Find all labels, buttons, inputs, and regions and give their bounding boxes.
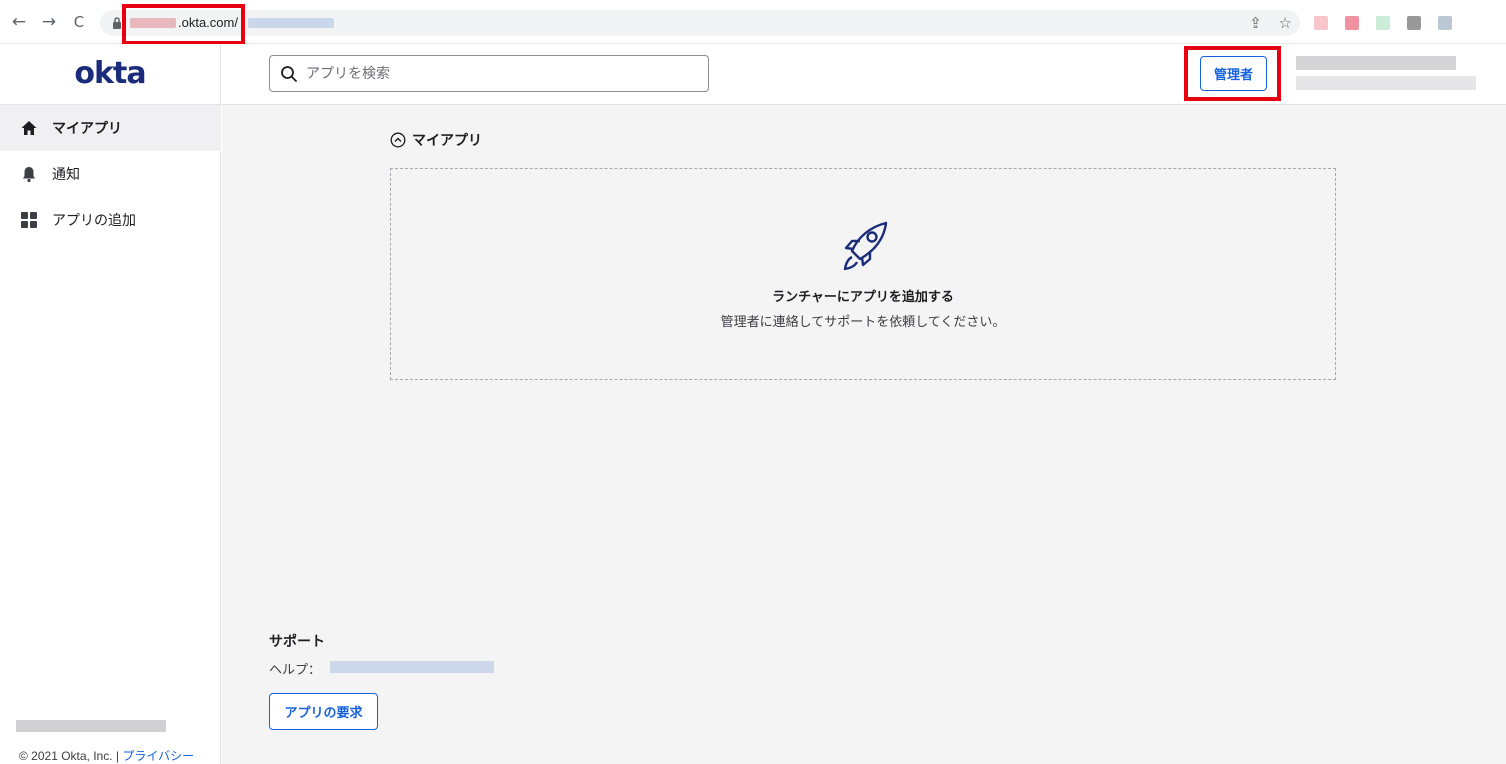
grid-icon bbox=[21, 212, 37, 228]
search-input[interactable] bbox=[306, 56, 702, 91]
forward-icon[interactable]: → bbox=[38, 11, 60, 33]
sidebar-item-label: 通知 bbox=[52, 167, 80, 183]
help-label: ヘルプ： bbox=[269, 663, 322, 678]
help-link-redacted[interactable] bbox=[330, 661, 494, 673]
sidebar-item-label: マイアプリ bbox=[52, 121, 122, 137]
copyright: © 2021 Okta, Inc. | プライバシー bbox=[19, 747, 194, 764]
rocket-icon bbox=[843, 221, 888, 271]
star-icon[interactable]: ☆ bbox=[1279, 14, 1292, 32]
request-app-button[interactable]: アプリの要求 bbox=[269, 693, 378, 730]
app-header: okta 管理者 bbox=[0, 44, 1506, 105]
user-org-redacted[interactable] bbox=[1296, 76, 1476, 90]
sidebar-item-my-apps[interactable]: マイアプリ bbox=[0, 105, 221, 151]
extension-icon[interactable] bbox=[1314, 16, 1328, 30]
my-apps-section-toggle[interactable]: マイアプリ bbox=[390, 130, 482, 150]
url-path-redacted bbox=[248, 18, 334, 28]
extension-icon[interactable] bbox=[1376, 16, 1391, 30]
support-title: サポート bbox=[269, 634, 325, 650]
sidebar-item-add-apps[interactable]: アプリの追加 bbox=[0, 197, 221, 243]
back-icon[interactable]: ← bbox=[8, 11, 30, 33]
bell-icon bbox=[23, 167, 35, 183]
chevron-up-circle-icon bbox=[390, 132, 406, 148]
sidebar-item-notifications[interactable]: 通知 bbox=[0, 151, 221, 197]
user-name-redacted[interactable] bbox=[1296, 56, 1456, 70]
url-highlight-frame bbox=[122, 4, 245, 45]
reload-icon[interactable]: C bbox=[68, 11, 90, 33]
main-content: マイアプリ ランチャーにアプリを追加する 管理者に連絡してサポートを依頼してくだ… bbox=[222, 105, 1506, 764]
browser-extensions bbox=[1314, 15, 1464, 30]
lock-icon bbox=[113, 17, 121, 29]
extension-icon[interactable] bbox=[1407, 16, 1422, 30]
section-title: マイアプリ bbox=[412, 133, 482, 149]
address-bar[interactable]: .okta.com/ ⇪ ☆ bbox=[100, 10, 1300, 36]
footer-redacted bbox=[16, 720, 166, 732]
privacy-link[interactable]: プライバシー bbox=[122, 749, 194, 763]
search-icon bbox=[281, 66, 297, 82]
home-icon bbox=[21, 121, 37, 135]
sidebar-item-label: アプリの追加 bbox=[52, 213, 136, 229]
empty-apps-dropzone: ランチャーにアプリを追加する 管理者に連絡してサポートを依頼してください。 bbox=[390, 168, 1336, 380]
empty-state-subtitle: 管理者に連絡してサポートを依頼してください。 bbox=[720, 315, 1006, 330]
copyright-text: © 2021 Okta, Inc. | bbox=[19, 749, 120, 763]
sidebar: マイアプリ 通知 アプリの追加 © 2021 Okta, Inc. | プライバ… bbox=[0, 105, 221, 764]
empty-state-title: ランチャーにアプリを追加する bbox=[772, 290, 954, 305]
search-box[interactable] bbox=[269, 55, 709, 92]
admin-button[interactable]: 管理者 bbox=[1200, 56, 1267, 91]
okta-logo[interactable]: okta bbox=[0, 44, 221, 105]
profile-icon[interactable] bbox=[1438, 16, 1453, 30]
share-icon[interactable]: ⇪ bbox=[1249, 14, 1262, 32]
extension-icon[interactable] bbox=[1345, 16, 1360, 30]
browser-toolbar: ← → C .okta.com/ ⇪ ☆ bbox=[0, 0, 1506, 45]
